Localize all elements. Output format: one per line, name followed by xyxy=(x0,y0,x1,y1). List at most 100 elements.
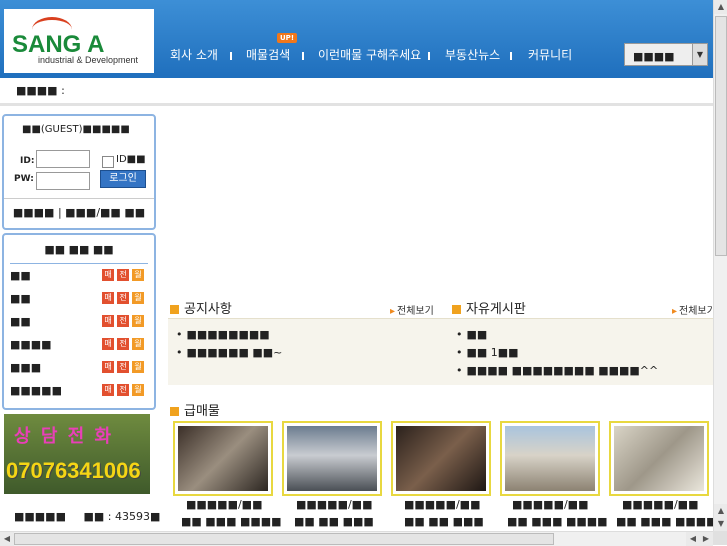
notice-more-link[interactable]: 전체보기 xyxy=(390,302,434,317)
nav-divider xyxy=(510,52,512,60)
nav-community[interactable]: 커뮤니티 xyxy=(528,46,572,63)
up-badge: UP! xyxy=(277,33,298,43)
footer-code: ■■ : 43593■ xyxy=(83,510,161,523)
remember-id-checkbox[interactable] xyxy=(102,156,114,168)
board-title: 자유게시판 xyxy=(466,302,526,317)
listing-caption[interactable]: ■■■■■/■■ xyxy=(296,498,372,511)
notice-title: 공지사항 xyxy=(184,302,232,317)
monthly-tag[interactable]: 월 xyxy=(132,361,144,373)
jeonse-tag[interactable]: 전 xyxy=(117,292,129,304)
category-row[interactable]: ■■ 매 전 월 xyxy=(10,292,150,306)
listing-caption[interactable]: ■■ ■■ ■■■ xyxy=(404,515,484,528)
listing-photo xyxy=(178,426,268,491)
listing-card[interactable] xyxy=(282,421,382,496)
nav-request[interactable]: 이런매물 구해주세요 xyxy=(318,46,421,63)
category-label: ■■ xyxy=(10,292,31,305)
monthly-tag[interactable]: 월 xyxy=(132,338,144,350)
phone-number: 07076341006 xyxy=(6,458,141,483)
listing-caption[interactable]: ■■ ■■ ■■■ xyxy=(294,515,374,528)
jeonse-tag[interactable]: 전 xyxy=(117,315,129,327)
category-title: ■■ ■■ ■■ xyxy=(10,243,148,264)
sale-tag[interactable]: 매 xyxy=(102,292,114,304)
sale-tag[interactable]: 매 xyxy=(102,384,114,396)
urgent-heading: 급매물 xyxy=(170,400,220,419)
listing-caption[interactable]: ■■■■■/■■ xyxy=(512,498,588,511)
logo-subtitle: industrial & Development xyxy=(38,55,139,65)
category-row[interactable]: ■■■ 매 전 월 xyxy=(10,361,150,375)
category-label: ■■ xyxy=(10,269,31,282)
board-item[interactable]: ■■■■ ■■■■■■■■ ■■■■^^ xyxy=(456,364,659,377)
monthly-tag[interactable]: 월 xyxy=(132,384,144,396)
listing-caption[interactable]: ■■■■■/■■ xyxy=(622,498,698,511)
location-text: ■■■■ : xyxy=(16,84,65,97)
horizontal-scrollbar[interactable]: ◀ ◀ ▶ xyxy=(0,531,713,546)
listing-card[interactable] xyxy=(609,421,709,496)
notice-item[interactable]: ■■■■■■ ■■~ xyxy=(176,346,283,359)
listing-photo xyxy=(614,426,704,491)
vertical-scrollbar[interactable]: ▲ ▲ ▼ xyxy=(713,0,727,531)
listing-card[interactable] xyxy=(500,421,600,496)
monthly-tag[interactable]: 월 xyxy=(132,315,144,327)
listing-card[interactable] xyxy=(173,421,273,496)
urgent-title: 급매물 xyxy=(184,404,220,419)
login-button[interactable]: 로그인 xyxy=(100,170,146,188)
id-label: ID: xyxy=(20,156,35,166)
category-row[interactable]: ■■ 매 전 월 xyxy=(10,315,150,329)
nav-divider xyxy=(302,52,304,60)
notice-board-area: ■■■■■■■■ ■■■■■■ ■■~ ■■ ■■ 1■■ ■■■■ ■■■■■… xyxy=(168,318,713,385)
scroll-down-arrow-icon[interactable]: ▼ xyxy=(714,517,727,531)
monthly-tag[interactable]: 월 xyxy=(132,292,144,304)
category-panel: ■■ ■■ ■■ ■■ 매 전 월 ■■ 매 전 월 ■■ 매 전 월 ■■■■… xyxy=(2,233,156,410)
board-more-link[interactable]: 전체보기 xyxy=(672,302,716,317)
scroll-up-arrow-icon[interactable]: ▲ xyxy=(714,0,727,14)
scroll-up-arrow-icon[interactable]: ▲ xyxy=(714,504,727,518)
jeonse-tag[interactable]: 전 xyxy=(117,361,129,373)
category-row[interactable]: ■■■■ 매 전 월 xyxy=(10,338,150,352)
category-label: ■■■ xyxy=(10,361,42,374)
listing-caption[interactable]: ■■ ■■■ ■■■■ xyxy=(616,515,717,528)
horizontal-scroll-thumb[interactable] xyxy=(14,533,554,545)
footer-left: ■■■■■ ■■ : 43593■ xyxy=(14,510,160,523)
phone-banner[interactable]: 상 담 전 화 07076341006 xyxy=(4,414,150,494)
listing-caption[interactable]: ■■■■■/■■ xyxy=(404,498,480,511)
scroll-right-arrow-icon[interactable]: ▶ xyxy=(699,532,713,546)
chevron-down-icon[interactable]: ▼ xyxy=(692,44,707,65)
nav-news[interactable]: 부동산뉴스 xyxy=(445,46,500,63)
category-row[interactable]: ■■ 매 전 월 xyxy=(10,269,150,283)
vertical-scroll-thumb[interactable] xyxy=(715,16,727,256)
jeonse-tag[interactable]: 전 xyxy=(117,338,129,350)
nav-search[interactable]: 매물검색 xyxy=(246,46,290,63)
join-find-links[interactable]: ■■■■ | ■■■/■■ ■■ xyxy=(4,198,154,219)
listing-caption[interactable]: ■■ ■■■ ■■■■ xyxy=(507,515,608,528)
id-input[interactable] xyxy=(36,150,90,168)
password-input[interactable] xyxy=(36,172,90,190)
nav-company[interactable]: 회사 소개 xyxy=(170,46,218,63)
board-item[interactable]: ■■ xyxy=(456,328,488,341)
listing-caption[interactable]: ■■ ■■■ ■■■■ xyxy=(181,515,282,528)
sale-tag[interactable]: 매 xyxy=(102,361,114,373)
nav-divider xyxy=(428,52,430,60)
sale-tag[interactable]: 매 xyxy=(102,269,114,281)
listing-caption[interactable]: ■■■■■/■■ xyxy=(186,498,262,511)
notice-heading: 공지사항 xyxy=(170,298,232,317)
company-logo[interactable]: SANG A industrial & Development xyxy=(4,9,154,73)
monthly-tag[interactable]: 월 xyxy=(132,269,144,281)
listing-photo xyxy=(287,426,377,491)
category-row[interactable]: ■■■■■ 매 전 월 xyxy=(10,384,150,398)
phone-label: 상 담 전 화 xyxy=(14,426,114,447)
bullet-icon xyxy=(452,305,461,314)
notice-item[interactable]: ■■■■■■■■ xyxy=(176,328,270,341)
listing-photo xyxy=(505,426,595,491)
listing-card[interactable] xyxy=(391,421,491,496)
jeonse-tag[interactable]: 전 xyxy=(117,269,129,281)
sale-tag[interactable]: 매 xyxy=(102,315,114,327)
board-item[interactable]: ■■ 1■■ xyxy=(456,346,519,359)
scroll-left-arrow-icon[interactable]: ◀ xyxy=(686,532,700,546)
jeonse-tag[interactable]: 전 xyxy=(117,384,129,396)
language-select[interactable]: ■■■■ ▼ xyxy=(624,43,708,66)
sale-tag[interactable]: 매 xyxy=(102,338,114,350)
site-header: SANG A industrial & Development UP! 회사 소… xyxy=(0,0,713,78)
scrollbar-corner xyxy=(713,531,727,545)
scroll-left-arrow-icon[interactable]: ◀ xyxy=(0,532,14,546)
bullet-icon xyxy=(170,305,179,314)
